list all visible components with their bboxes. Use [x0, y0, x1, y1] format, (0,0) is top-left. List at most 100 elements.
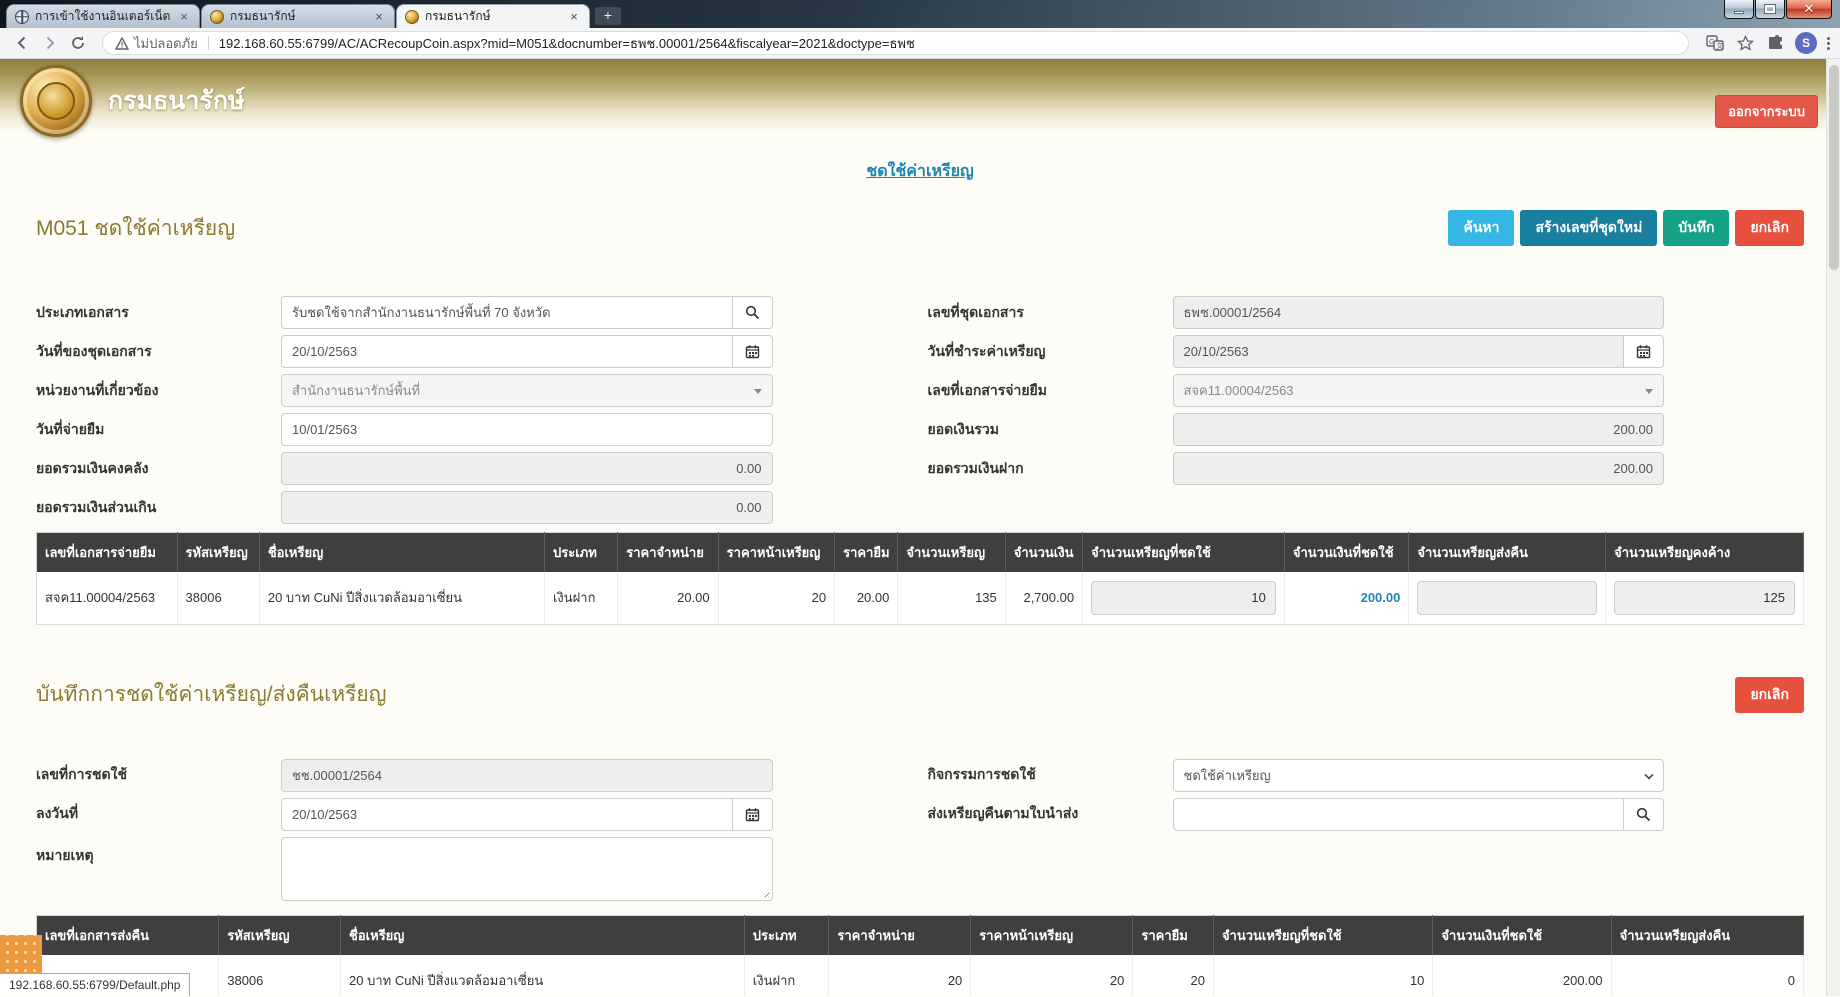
- doc-type-input[interactable]: [281, 296, 733, 329]
- close-window-button[interactable]: ✕: [1786, 0, 1832, 19]
- return-slip-field: ส่งเหรียญคืนตามใบนำส่ง: [928, 798, 1665, 831]
- page-link[interactable]: ชดใช้ค่าเหรียญ: [866, 163, 973, 180]
- col-header: ชื่อเหรียญ: [341, 915, 745, 955]
- col-header: ราคายืม: [1133, 915, 1214, 955]
- close-icon[interactable]: ×: [372, 10, 386, 24]
- col-header: ประเภท: [744, 915, 829, 955]
- doc-type-search-button[interactable]: [733, 296, 773, 329]
- calendar-button[interactable]: [733, 335, 773, 368]
- col-header: เลขที่เอกสารจ่ายยืม: [37, 533, 178, 573]
- forward-button[interactable]: [38, 31, 62, 55]
- table-row: สจค11.00004/2563 38006 20 บาท CuNi ปีสิ่…: [37, 572, 1804, 624]
- treasury-total-input: [281, 452, 773, 485]
- chevron-down-icon: [1644, 770, 1653, 779]
- tab-internet-usage[interactable]: การเข้าใช้งานอินเตอร์เน็ต ×: [6, 4, 200, 28]
- browser-toolbar: ไม่ปลอดภัย 192.168.60.55:6799/AC/ACRecou…: [0, 28, 1840, 59]
- cancel-recoup-button[interactable]: ยกเลิก: [1735, 677, 1804, 713]
- profile-avatar[interactable]: S: [1795, 32, 1817, 54]
- field-label: ส่งเหรียญคืนตามใบนำส่ง: [928, 803, 1173, 825]
- recoup-qty-input[interactable]: [1091, 581, 1276, 615]
- recoup-no-field: เลขที่การชดใช้: [36, 759, 773, 792]
- col-header: ราคาจำหน่าย: [618, 533, 718, 573]
- browser-menu-icon[interactable]: [1827, 37, 1830, 50]
- calendar-button[interactable]: [1624, 335, 1664, 368]
- cell-return-qty: 0: [1611, 955, 1803, 997]
- excess-total-input: [281, 491, 773, 524]
- maximize-icon: [1765, 5, 1775, 13]
- related-org-select[interactable]: สำนักงานธนารักษ์พื้นที่: [281, 374, 773, 407]
- section1-form: ประเภทเอกสาร วันที่ของชุดเอกสาร: [36, 296, 1804, 530]
- maximize-button[interactable]: [1755, 0, 1785, 19]
- field-label: วันที่ของชุดเอกสาร: [36, 341, 281, 363]
- remaining-qty-input[interactable]: [1614, 581, 1795, 615]
- selected-value: ชดใช้ค่าเหรียญ: [1184, 765, 1271, 786]
- bookmark-star-icon[interactable]: [1735, 33, 1755, 53]
- doc-set-date-field: วันที่ของชุดเอกสาร: [36, 335, 773, 368]
- search-icon: [745, 305, 760, 320]
- col-header: ราคาหน้าเหรียญ: [718, 533, 834, 573]
- col-header: จำนวนเงินที่ชดใช้: [1284, 533, 1408, 573]
- cell-coin-code: 38006: [177, 572, 259, 624]
- security-status[interactable]: ไม่ปลอดภัย: [115, 33, 198, 54]
- field-label: หมายเหตุ: [36, 845, 281, 867]
- create-new-set-button[interactable]: สร้างเลขที่ชุดใหม่: [1520, 210, 1657, 246]
- close-icon[interactable]: ×: [567, 10, 581, 24]
- loan-date-input[interactable]: [281, 413, 773, 446]
- doc-set-no-input: [1173, 296, 1665, 329]
- back-button[interactable]: [10, 31, 34, 55]
- tab-treasury-active[interactable]: กรมธนารักษ์ ×: [396, 4, 590, 28]
- field-label: ยอดรวมเงินส่วนเกิน: [36, 497, 281, 519]
- cell-face-value: 20: [718, 572, 834, 624]
- col-header: จำนวนเหรียญที่ชดใช้: [1213, 915, 1432, 955]
- remark-textarea[interactable]: [281, 837, 773, 901]
- pay-date-field: วันที่ชำระค่าเหรียญ: [928, 335, 1665, 368]
- return-qty-input[interactable]: [1417, 581, 1597, 615]
- tab-strip: การเข้าใช้งานอินเตอร์เน็ต × กรมธนารักษ์ …: [0, 0, 1840, 28]
- field-label: วันที่จ่ายยืม: [36, 419, 281, 441]
- cell-coin-name: 20 บาท CuNi ปีสิ่งแวดล้อมอาเซี่ยน: [341, 955, 745, 997]
- new-tab-button[interactable]: +: [595, 7, 621, 25]
- cell-amount: 2,700.00: [1005, 572, 1082, 624]
- chevron-down-icon: [1645, 389, 1653, 394]
- loan-date-field: วันที่จ่ายยืม: [36, 413, 773, 446]
- browser-window: การเข้าใช้งานอินเตอร์เน็ต × กรมธนารักษ์ …: [0, 0, 1840, 997]
- loan-coins-table: เลขที่เอกสารจ่ายยืม รหัสเหรียญ ชื่อเหรีย…: [36, 532, 1804, 625]
- section2-title: บันทึกการชดใช้ค่าเหรียญ/ส่งคืนเหรียญ: [36, 678, 387, 711]
- cell-coin-name: 20 บาท CuNi ปีสิ่งแวดล้อมอาเซี่ยน: [259, 572, 544, 624]
- extensions-puzzle-icon[interactable]: [1765, 33, 1785, 53]
- cancel-button[interactable]: ยกเลิก: [1735, 210, 1804, 246]
- page-content: ชดใช้ค่าเหรียญ M051 ชดใช้ค่าเหรียญ ค้นหา…: [0, 159, 1840, 996]
- calendar-button[interactable]: [733, 798, 773, 831]
- cell-recoup-amount: 200.00: [1284, 572, 1408, 624]
- cell-face-value: 20: [971, 955, 1133, 997]
- col-header: จำนวนเหรียญคงค้าง: [1606, 533, 1804, 573]
- field-label: เลขที่เอกสารจ่ายยืม: [928, 380, 1173, 402]
- cell-doc-no: สจค11.00004/2563: [37, 572, 178, 624]
- activity-select[interactable]: ชดใช้ค่าเหรียญ: [1173, 759, 1665, 792]
- doc-set-date-input[interactable]: [281, 335, 733, 368]
- treasury-seal-logo: [20, 65, 92, 137]
- minimize-button[interactable]: [1724, 0, 1754, 19]
- recoup-date-input[interactable]: [281, 798, 733, 831]
- pay-date-input[interactable]: [1173, 335, 1625, 368]
- refresh-button[interactable]: [66, 31, 90, 55]
- tab-treasury-1[interactable]: กรมธนารักษ์ ×: [201, 4, 395, 28]
- search-button[interactable]: ค้นหา: [1448, 210, 1514, 246]
- return-slip-input[interactable]: [1173, 798, 1625, 831]
- loan-doc-no-select[interactable]: สจค11.00004/2563: [1173, 374, 1665, 407]
- page-scrollbar[interactable]: [1826, 59, 1840, 996]
- related-org-field: หน่วยงานที่เกี่ยวข้อง สำนักงานธนารักษ์พื…: [36, 374, 773, 407]
- address-bar[interactable]: ไม่ปลอดภัย 192.168.60.55:6799/AC/ACRecou…: [102, 31, 1689, 55]
- col-header: จำนวนเงินที่ชดใช้: [1433, 915, 1611, 955]
- return-slip-search-button[interactable]: [1624, 798, 1664, 831]
- logout-button[interactable]: ออกจากระบบ: [1715, 95, 1818, 128]
- scrollbar-thumb[interactable]: [1829, 65, 1839, 270]
- cell-remaining-qty: [1606, 572, 1804, 624]
- remark-field: หมายเหตุ: [36, 837, 773, 901]
- save-button[interactable]: บันทึก: [1663, 210, 1729, 246]
- col-header: ราคาหน้าเหรียญ: [971, 915, 1133, 955]
- translate-icon[interactable]: G文: [1705, 33, 1725, 53]
- close-icon[interactable]: ×: [177, 10, 191, 24]
- close-icon: ✕: [1804, 1, 1815, 17]
- field-label: ลงวันที่: [36, 803, 281, 825]
